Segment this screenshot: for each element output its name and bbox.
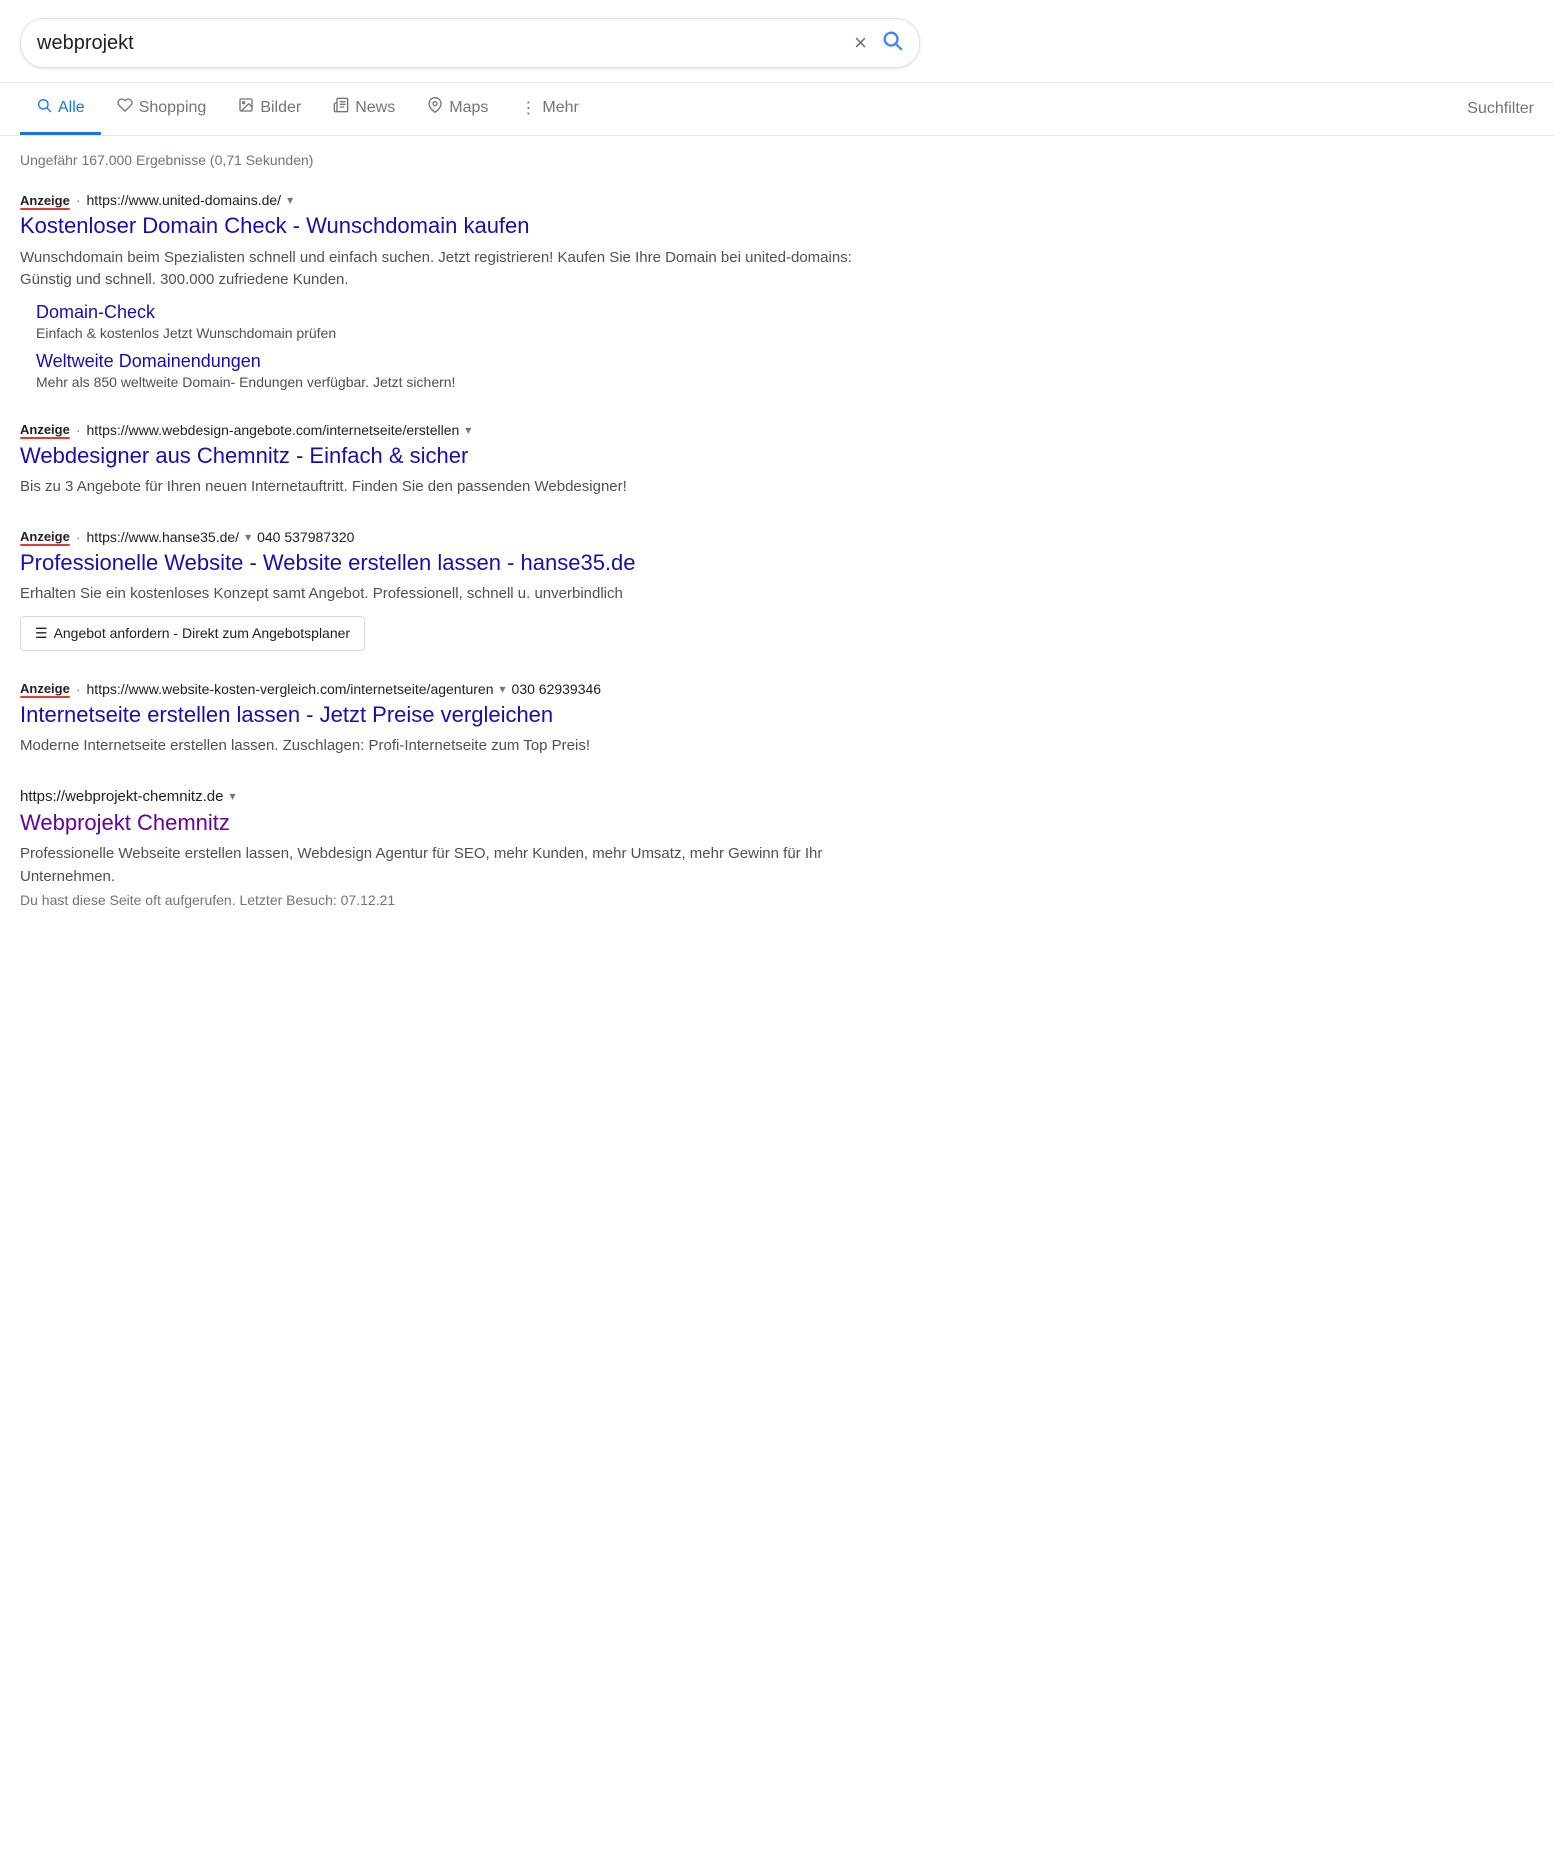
tab-news[interactable]: News (317, 83, 411, 135)
result-ad4-url: https://www.website-kosten-vergleich.com… (87, 681, 494, 697)
result-ad3: Anzeige · https://www.hanse35.de/ ▾ 040 … (20, 529, 880, 651)
result-org1-url: https://webprojekt-chemnitz.de (20, 788, 223, 805)
result-ad4-url-line: Anzeige · https://www.website-kosten-ver… (20, 681, 880, 697)
result-ad4-phone: 030 62939346 (512, 681, 602, 697)
tab-mehr[interactable]: ⋮ Mehr (504, 84, 594, 135)
sub-link-domain-check-desc: Einfach & kostenlos Jetzt Wunschdomain p… (36, 325, 336, 341)
shopping-icon (117, 97, 133, 118)
tab-alle-label: Alle (58, 99, 85, 117)
result-dot-1: · (76, 192, 81, 208)
result-ad3-title[interactable]: Professionelle Website - Website erstell… (20, 549, 880, 578)
result-org1-snippet: Professionelle Webseite erstellen lassen… (20, 843, 880, 888)
clear-button[interactable]: × (854, 32, 867, 54)
result-ad1-url-line: Anzeige · https://www.united-domains.de/… (20, 192, 880, 208)
mehr-icon: ⋮ (520, 98, 536, 118)
search-bar-container: webprojekt × (0, 0, 1554, 83)
anzeige-badge-1: Anzeige (20, 193, 70, 208)
result-dot-4: · (76, 681, 81, 697)
maps-icon (427, 97, 443, 118)
tab-shopping-label: Shopping (139, 99, 207, 117)
result-ad1-url: https://www.united-domains.de/ (87, 192, 282, 208)
angebot-button[interactable]: ☰ Angebot anfordern - Direkt zum Angebot… (20, 616, 365, 651)
tab-maps[interactable]: Maps (411, 83, 504, 135)
result-ad1-sublinks: Domain-Check Einfach & kostenlos Jetzt W… (20, 302, 880, 392)
result-ad4-snippet: Moderne Internetseite erstellen lassen. … (20, 735, 880, 758)
alle-icon (36, 97, 52, 118)
tab-bilder-label: Bilder (260, 99, 301, 117)
result-ad1-title[interactable]: Kostenloser Domain Check - Wunschdomain … (20, 212, 880, 241)
result-org1-last-visit: Du hast diese Seite oft aufgerufen. Letz… (20, 892, 880, 908)
results-count: Ungefähr 167.000 Ergebnisse (0,71 Sekund… (20, 152, 880, 168)
result-ad1-snippet: Wunschdomain beim Spezialisten schnell u… (20, 247, 880, 292)
tab-maps-label: Maps (449, 99, 488, 117)
main-content: Ungefähr 167.000 Ergebnisse (0,71 Sekund… (0, 136, 900, 954)
bilder-icon (238, 97, 254, 118)
tab-mehr-label: Mehr (542, 99, 578, 117)
result-ad3-url-line: Anzeige · https://www.hanse35.de/ ▾ 040 … (20, 529, 880, 545)
tab-shopping[interactable]: Shopping (101, 83, 223, 135)
result-ad2-dropdown[interactable]: ▾ (465, 423, 471, 437)
result-ad2-url: https://www.webdesign-angebote.com/inter… (87, 422, 460, 438)
sub-link-item-2: Weltweite Domainendungen Mehr als 850 we… (36, 351, 880, 392)
angebot-label: Angebot anfordern - Direkt zum Angebotsp… (54, 625, 351, 641)
tab-bilder[interactable]: Bilder (222, 83, 317, 135)
result-dot-3: · (76, 529, 81, 545)
result-ad3-phone: 040 537987320 (257, 529, 354, 545)
anzeige-badge-3: Anzeige (20, 529, 70, 544)
result-ad1: Anzeige · https://www.united-domains.de/… (20, 192, 880, 392)
result-ad3-url: https://www.hanse35.de/ (87, 529, 240, 545)
suchfilter-button[interactable]: Suchfilter (1467, 86, 1534, 132)
news-icon (333, 97, 349, 118)
result-ad4-dropdown[interactable]: ▾ (500, 682, 506, 696)
result-org1: https://webprojekt-chemnitz.de ▾ Webproj… (20, 788, 880, 909)
sub-link-domainendungen[interactable]: Weltweite Domainendungen (36, 351, 880, 372)
result-ad4-title[interactable]: Internetseite erstellen lassen - Jetzt P… (20, 701, 880, 730)
result-ad3-snippet: Erhalten Sie ein kostenloses Konzept sam… (20, 583, 880, 606)
result-ad2-snippet: Bis zu 3 Angebote für Ihren neuen Intern… (20, 476, 880, 499)
sub-link-domainendungen-desc: Mehr als 850 weltweite Domain- Endungen … (36, 374, 455, 390)
result-ad2: Anzeige · https://www.webdesign-angebote… (20, 422, 880, 499)
result-ad2-title[interactable]: Webdesigner aus Chemnitz - Einfach & sic… (20, 442, 880, 471)
search-button[interactable] (881, 29, 903, 57)
tab-news-label: News (355, 99, 395, 117)
tab-alle[interactable]: Alle (20, 83, 101, 135)
result-dot-2: · (76, 422, 81, 438)
result-org1-title[interactable]: Webprojekt Chemnitz (20, 809, 880, 838)
search-bar: webprojekt × (20, 18, 920, 68)
angebot-icon: ☰ (35, 625, 48, 642)
sub-link-domain-check[interactable]: Domain-Check (36, 302, 880, 323)
result-ad3-dropdown[interactable]: ▾ (245, 530, 251, 544)
result-ad2-url-line: Anzeige · https://www.webdesign-angebote… (20, 422, 880, 438)
result-ad1-dropdown[interactable]: ▾ (287, 193, 293, 207)
sub-link-item-1: Domain-Check Einfach & kostenlos Jetzt W… (36, 302, 880, 343)
anzeige-badge-4: Anzeige (20, 681, 70, 696)
result-org1-dropdown[interactable]: ▾ (229, 789, 235, 803)
result-org1-url-line: https://webprojekt-chemnitz.de ▾ (20, 788, 880, 805)
nav-tabs: Alle Shopping Bilder News (0, 83, 1554, 136)
search-input[interactable]: webprojekt (37, 32, 854, 55)
result-ad4: Anzeige · https://www.website-kosten-ver… (20, 681, 880, 758)
anzeige-badge-2: Anzeige (20, 422, 70, 437)
